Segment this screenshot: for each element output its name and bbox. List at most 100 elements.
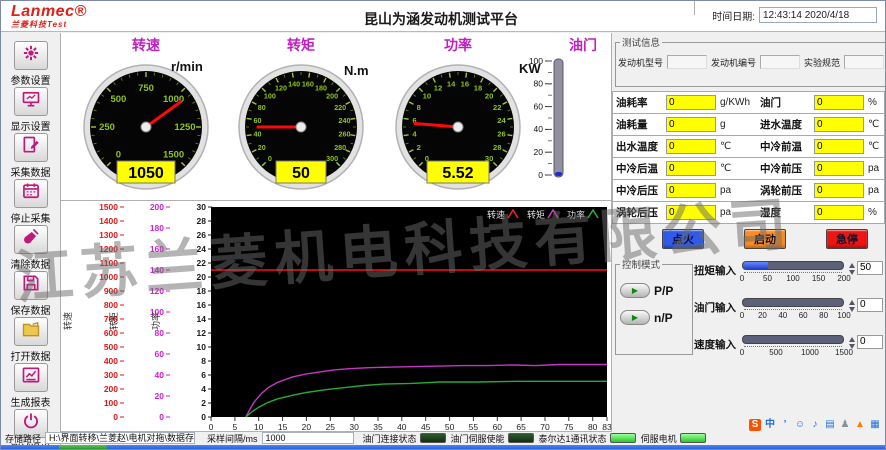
collect-data-button[interactable]	[14, 133, 48, 162]
right-panel: 测试信息 发动机型号发动机编号实验规范 油耗率0g/KWh油门0%油耗量0g进水…	[612, 33, 886, 433]
field-label: 出水温度	[616, 139, 666, 154]
toolbox-icon[interactable]: ▦	[869, 419, 881, 431]
slider-minor-ticks	[744, 344, 842, 347]
punctuation-icon[interactable]: ’	[779, 419, 791, 431]
engine-field-input[interactable]	[844, 55, 884, 69]
gauge-value: 50	[292, 165, 310, 182]
sidebar-item-label: 生成报表	[11, 394, 51, 409]
throttle-input-slider[interactable]: 油门输入0204060801000	[694, 298, 886, 321]
test-info-fields: 发动机型号发动机编号实验规范	[616, 49, 886, 75]
logo-text: Lanmec®	[11, 4, 87, 20]
display-settings-button[interactable]	[14, 87, 48, 116]
open-data-button[interactable]	[14, 317, 48, 346]
slider-track[interactable]	[742, 261, 844, 270]
throttle-slider-wrap: 020406080100	[523, 53, 611, 190]
legend-label: 转速	[487, 209, 505, 220]
slider-minor-ticks	[744, 307, 842, 310]
sidebar-item-save-data[interactable]: 保存数据	[11, 271, 51, 317]
field-value: 0	[814, 183, 864, 198]
sidebar-item-params-settings[interactable]: 参数设置	[11, 41, 51, 87]
field-value: 0	[666, 205, 716, 220]
sidebar-item-stop-collect[interactable]: 停止采集	[11, 179, 51, 225]
slider-track[interactable]	[742, 335, 844, 344]
slider-body[interactable]: 050010001500	[742, 335, 844, 358]
throttle-link-status-led	[420, 433, 446, 443]
start-button[interactable]	[59, 445, 107, 450]
slider-spinner: 0	[849, 298, 883, 312]
sidebar: 参数设置显示设置采集数据停止采集清除数据保存数据打开数据生成报表测试退出	[1, 33, 61, 445]
slider-body[interactable]: 020406080100	[742, 298, 844, 321]
estop-button[interactable]: 急停	[826, 229, 868, 249]
ignite-button[interactable]: 点火	[662, 229, 704, 249]
slider-tick-labels: 050100150200	[742, 274, 844, 284]
sidebar-item-open-data[interactable]: 打开数据	[11, 317, 51, 363]
slider-body[interactable]: 050100150200	[742, 261, 844, 284]
skin-icon[interactable]: ▲	[854, 419, 866, 431]
throttle-servo-enable-led	[508, 433, 534, 443]
measurement-row: 出水温度0℃中冷前温0℃	[612, 136, 885, 158]
svg-text:160: 160	[150, 244, 164, 254]
sidebar-item-label: 清除数据	[11, 256, 51, 271]
spin-up-button[interactable]	[849, 337, 855, 342]
sidebar-item-collect-data[interactable]: 采集数据	[11, 133, 51, 179]
spin-up-button[interactable]	[849, 263, 855, 268]
stop-collect-button[interactable]	[14, 179, 48, 208]
sogou-icon[interactable]: S	[749, 419, 761, 431]
folder-icon	[21, 319, 41, 344]
measurement-row: 中冷后温0℃中冷前压0pa	[612, 158, 885, 180]
sidebar-item-generate-report[interactable]: 生成报表	[11, 363, 51, 409]
spinner-value[interactable]: 50	[857, 261, 883, 275]
slider-tick-label: 0	[740, 348, 744, 357]
slider-tick-label: 20	[758, 311, 767, 320]
clear-data-button[interactable]	[14, 225, 48, 254]
storage-path-field[interactable]: H:\界面转移\兰菱赵\电机对拖\数据存储	[45, 432, 195, 444]
throttle-gauge: 油门 020406080100	[523, 35, 611, 190]
torque-gauge-title: 转矩	[226, 35, 376, 53]
svg-text:12: 12	[433, 84, 441, 93]
svg-text:20: 20	[484, 92, 492, 101]
slider-track[interactable]	[742, 298, 844, 307]
sidebar-item-display-settings[interactable]: 显示设置	[11, 87, 51, 133]
person-icon[interactable]: ♟	[839, 419, 851, 431]
svg-text:2: 2	[201, 398, 206, 408]
field-label: 中冷后压	[616, 183, 666, 198]
svg-text:260: 260	[338, 130, 350, 139]
gauge-panel: 转速r/min02505007501000125015001050转矩N.m02…	[61, 33, 612, 201]
start-button[interactable]: 启动	[744, 229, 786, 249]
spinner-value[interactable]: 0	[857, 335, 883, 349]
generate-report-button[interactable]	[14, 363, 48, 392]
calendar-icon	[21, 181, 41, 206]
svg-text:100: 100	[529, 56, 543, 66]
engine-field-input[interactable]	[667, 55, 707, 69]
svg-text:26: 26	[497, 130, 505, 139]
engine-field-input[interactable]	[760, 55, 800, 69]
bottom-bar: 存储路径 H:\界面转移\兰菱赵\电机对拖\数据存储 采样间隔/ms 1000 …	[1, 431, 886, 445]
slider-tick-label: 150	[812, 274, 825, 283]
params-settings-button[interactable]	[14, 41, 48, 70]
slider-tick-label: 500	[769, 348, 782, 357]
svg-text:120: 120	[275, 84, 287, 93]
slider-minor-ticks	[744, 270, 842, 273]
mode-option-n-p[interactable]: ▶n/P	[620, 310, 688, 325]
speed-input-slider[interactable]: 速度输入0500100015000	[694, 335, 886, 358]
spin-up-button[interactable]	[849, 300, 855, 305]
indicator-label: 油门连接状态	[363, 432, 417, 445]
svg-text:0: 0	[159, 412, 164, 422]
emoji-icon[interactable]: ☺	[794, 419, 806, 431]
sidebar-item-clear-data[interactable]: 清除数据	[11, 225, 51, 271]
mode-option-p-p[interactable]: ▶P/P	[620, 283, 688, 298]
svg-text:转矩: 转矩	[108, 312, 119, 330]
sample-interval-field[interactable]: 1000	[262, 432, 354, 444]
spinner-value[interactable]: 0	[857, 298, 883, 312]
svg-text:750: 750	[138, 83, 154, 94]
voice-icon[interactable]: ♪	[809, 419, 821, 431]
sidebar-item-label: 采集数据	[11, 164, 51, 179]
svg-text:1100: 1100	[100, 258, 119, 268]
save-data-button[interactable]	[14, 271, 48, 300]
keyboard-icon[interactable]: ▤	[824, 419, 836, 431]
field-label: 湿度	[760, 205, 814, 220]
header: Lanmec® 兰菱科技Test 昆山为涵发动机测试平台 时间日期: 12:43…	[1, 1, 885, 32]
field-unit: pa	[716, 207, 760, 218]
torque-input-slider[interactable]: 扭矩输入05010015020050	[694, 261, 886, 284]
chinese-input-icon[interactable]: 中	[764, 419, 776, 431]
